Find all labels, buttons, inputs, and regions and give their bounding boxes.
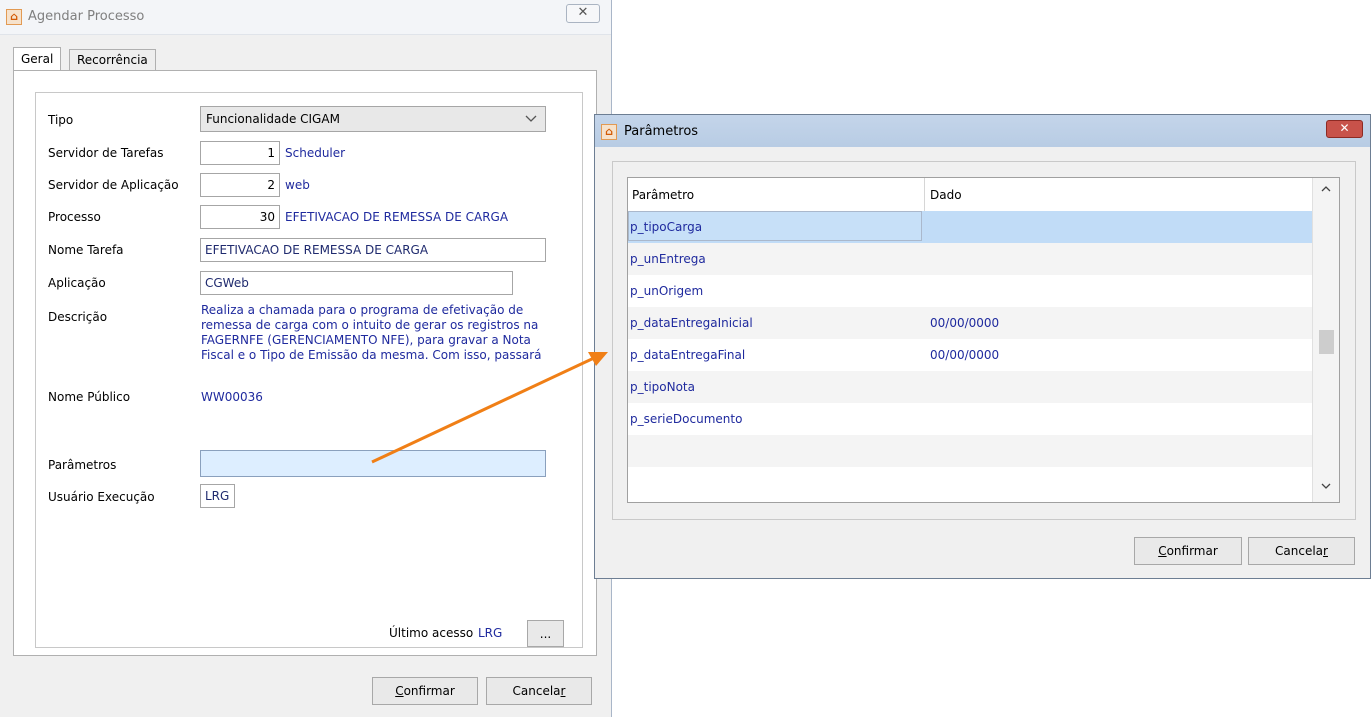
table-row[interactable]: p_tipoNota: [628, 371, 1312, 403]
servidor-tarefas-label: Servidor de Tarefas: [48, 146, 164, 160]
column-header-parametro[interactable]: Parâmetro: [632, 188, 694, 202]
dialog-cancel-button[interactable]: Cancelar: [1248, 537, 1355, 565]
descricao-text: Realiza a chamada para o programa de efe…: [201, 303, 546, 365]
servidor-aplicacao-label: Servidor de Aplicação: [48, 178, 179, 192]
descricao-line: Fiscal e o Tipo de Emissão da mesma. Com…: [201, 348, 542, 362]
column-divider: [924, 178, 925, 211]
nome-tarefa-field[interactable]: EFETIVACAO DE REMESSA DE CARGA: [200, 238, 546, 262]
cancel-mnemonic: r: [1323, 544, 1328, 558]
processo-label: Processo: [48, 210, 101, 224]
column-header-dado[interactable]: Dado: [930, 188, 962, 202]
tipo-label: Tipo: [48, 113, 74, 127]
title-bar: ⌂ Agendar Processo ✕: [0, 0, 611, 35]
cancel-button[interactable]: Cancelar: [486, 677, 592, 705]
form-group-box: [35, 92, 583, 648]
parametros-dialog: ⌂ Parâmetros ✕ Parâmetro Dado p_tipoCarg…: [594, 114, 1371, 579]
ultimo-acesso-value: LRG: [478, 626, 503, 640]
ultimo-acesso-label: Último acesso: [389, 626, 474, 640]
param-name: p_tipoCarga: [630, 220, 703, 234]
tab-recorrencia-label: Recorrência: [77, 53, 148, 67]
table-row[interactable]: p_unOrigem: [628, 275, 1312, 307]
descricao-label: Descrição: [48, 310, 108, 324]
processo-code-field[interactable]: 30: [200, 205, 280, 229]
servidor-tarefas-name: Scheduler: [285, 146, 346, 160]
cancel-mnemonic: r: [560, 684, 566, 698]
table-row[interactable]: p_dataEntregaInicial 00/00/0000: [628, 307, 1312, 339]
nome-publico-value: WW00036: [201, 390, 263, 404]
scroll-down-icon[interactable]: [1321, 480, 1331, 493]
nome-publico-label: Nome Público: [48, 390, 131, 404]
usuario-execucao-field[interactable]: LRG: [200, 484, 235, 508]
parametros-field[interactable]: [200, 450, 546, 477]
confirm-label: onfirmar: [403, 684, 455, 698]
param-name: p_unOrigem: [630, 284, 704, 298]
servidor-aplicacao-code-field[interactable]: 2: [200, 173, 280, 197]
dialog-confirm-button[interactable]: Confirmar: [1134, 537, 1242, 565]
scroll-thumb[interactable]: [1319, 330, 1334, 354]
window-title: Agendar Processo: [28, 9, 145, 24]
aplicacao-label: Aplicação: [48, 276, 106, 290]
tipo-select-value: Funcionalidade CIGAM: [206, 112, 340, 126]
descricao-line: FAGERNFE (GERENCIAMENTO NFE), para grava…: [201, 333, 531, 347]
app-icon: ⌂: [6, 9, 22, 25]
descricao-line: remessa de carga com o intuito de gerar …: [201, 318, 539, 332]
chevron-down-icon: [525, 107, 537, 139]
tab-geral[interactable]: Geral: [13, 47, 62, 71]
confirm-mnemonic: C: [395, 684, 404, 698]
table-row-empty: [628, 435, 1312, 467]
servidor-aplicacao-name: web: [285, 178, 310, 192]
dialog-close-button[interactable]: ✕: [1326, 120, 1363, 138]
param-name: p_unEntrega: [630, 252, 706, 266]
param-name: p_tipoNota: [630, 380, 695, 394]
aplicacao-field[interactable]: CGWeb: [200, 271, 513, 295]
table-row[interactable]: p_unEntrega: [628, 243, 1312, 275]
usuario-execucao-label: Usuário Execução: [48, 490, 155, 504]
descricao-line: Realiza a chamada para o programa de efe…: [201, 303, 524, 317]
scroll-up-icon[interactable]: [1321, 183, 1331, 196]
cancel-label: Cancela: [512, 684, 561, 698]
cancel-label: Cancela: [1275, 544, 1324, 558]
agendar-processo-window: ⌂ Agendar Processo ✕ Geral Recorrência T…: [0, 0, 612, 717]
dialog-title-bar: ⌂ Parâmetros ✕: [595, 115, 1370, 147]
processo-name: EFETIVACAO DE REMESSA DE CARGA: [285, 210, 509, 224]
table-row[interactable]: p_tipoCarga: [628, 211, 1312, 243]
close-icon: ✕: [577, 5, 589, 20]
table-row[interactable]: p_serieDocumento: [628, 403, 1312, 435]
param-name: p_dataEntregaInicial: [630, 316, 753, 330]
tab-recorrencia[interactable]: Recorrência: [69, 49, 156, 71]
nome-tarefa-label: Nome Tarefa: [48, 243, 124, 257]
close-button[interactable]: ✕: [566, 4, 600, 23]
confirm-mnemonic: C: [1158, 544, 1167, 558]
grid-header: Parâmetro Dado: [628, 178, 1312, 212]
close-icon: ✕: [1339, 121, 1350, 135]
param-name: p_dataEntregaFinal: [630, 348, 746, 362]
param-value: 00/00/0000: [930, 348, 1000, 362]
vertical-scrollbar[interactable]: [1312, 178, 1339, 502]
param-value: 00/00/0000: [930, 316, 1000, 330]
tab-geral-label: Geral: [21, 52, 54, 66]
tipo-select[interactable]: Funcionalidade CIGAM: [200, 106, 546, 132]
app-icon: ⌂: [601, 124, 617, 140]
param-name: p_serieDocumento: [630, 412, 743, 426]
dialog-title: Parâmetros: [624, 124, 699, 139]
parameters-grid[interactable]: Parâmetro Dado p_tipoCarga p_unEntrega p…: [627, 177, 1340, 503]
table-row[interactable]: p_dataEntregaFinal 00/00/0000: [628, 339, 1312, 371]
confirm-button[interactable]: Confirmar: [372, 677, 478, 705]
parametros-label: Parâmetros: [48, 458, 117, 472]
servidor-tarefas-code-field[interactable]: 1: [200, 141, 280, 165]
ultimo-acesso-browse-button[interactable]: ...: [527, 620, 564, 647]
confirm-label: onfirmar: [1166, 544, 1218, 558]
